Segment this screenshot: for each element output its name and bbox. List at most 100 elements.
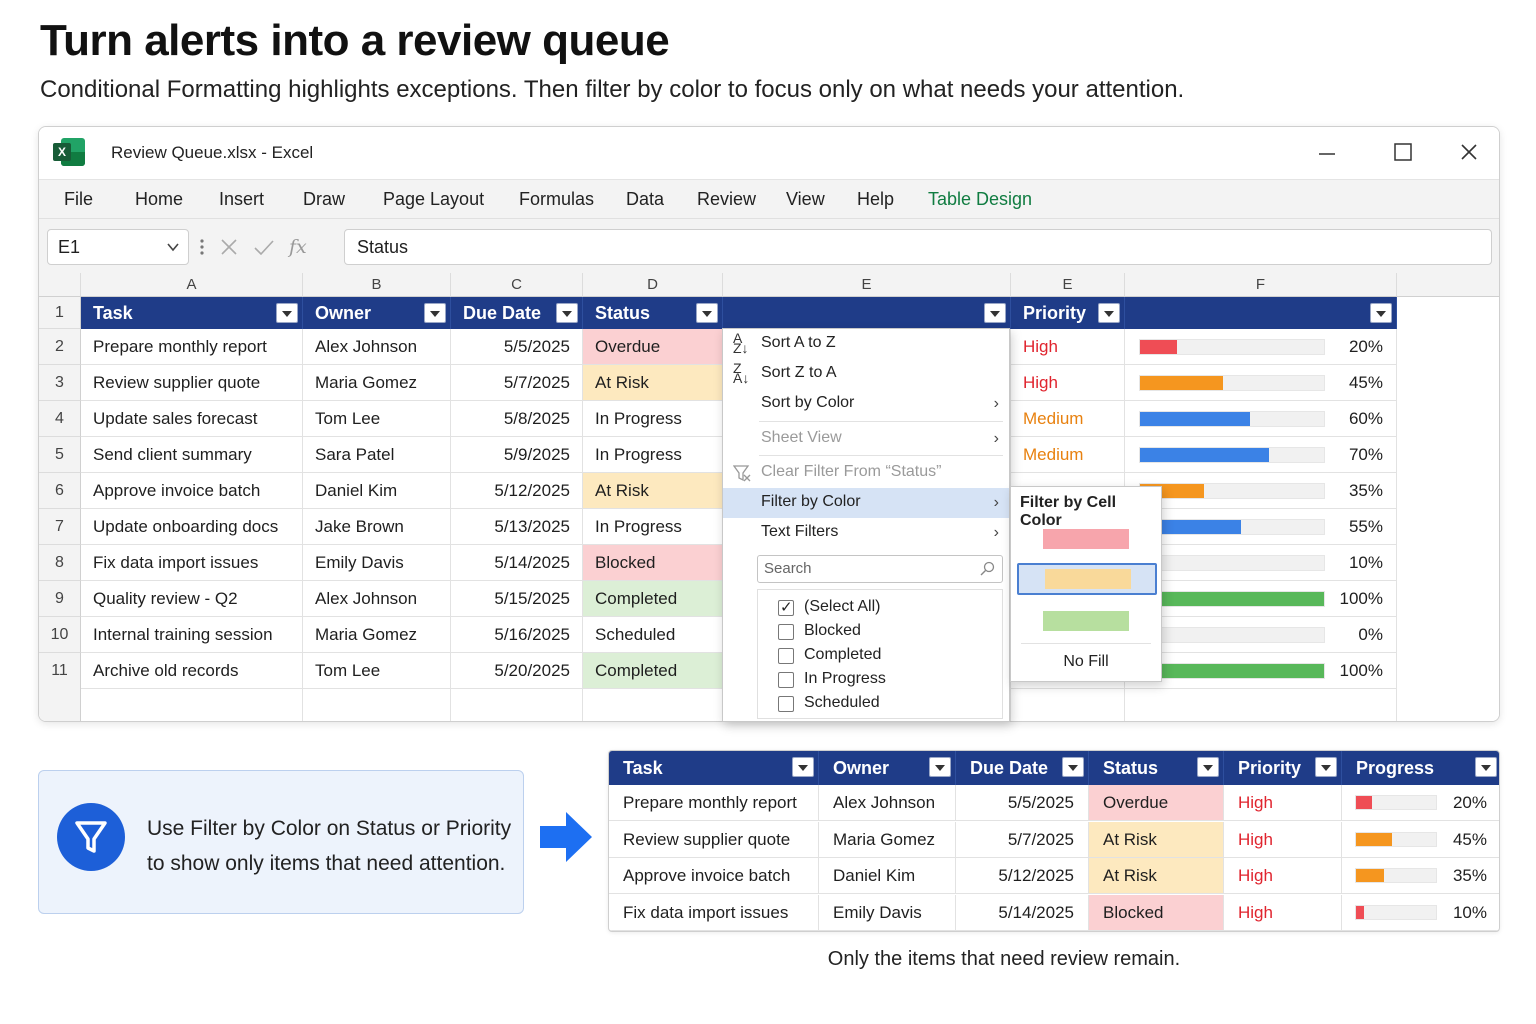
result-filter-status[interactable]: [1197, 757, 1219, 777]
cell-due-date[interactable]: 5/16/2025: [451, 617, 583, 653]
cell-status[interactable]: In Progress: [583, 509, 723, 545]
empty-cell[interactable]: [583, 689, 723, 721]
cell-owner[interactable]: Maria Gomez: [303, 617, 451, 653]
tab-file[interactable]: File: [64, 189, 93, 210]
cell-task[interactable]: Prepare monthly report: [81, 329, 303, 365]
cell-status[interactable]: In Progress: [583, 401, 723, 437]
result-filter-due-date[interactable]: [1062, 757, 1084, 777]
cell-task[interactable]: Update onboarding docs: [81, 509, 303, 545]
row-header[interactable]: 8: [39, 545, 81, 581]
column-header-f[interactable]: F: [1125, 273, 1397, 297]
cell-priority[interactable]: Medium: [1011, 401, 1125, 437]
menu-sort-z-a[interactable]: Z A↓ Sort Z to A: [723, 359, 1009, 389]
filter-button-progress[interactable]: [1370, 303, 1392, 323]
color-swatch-green[interactable]: [1017, 605, 1157, 637]
result-cell-status[interactable]: Blocked: [1089, 894, 1224, 931]
tab-view[interactable]: View: [786, 189, 825, 210]
cell-owner[interactable]: Alex Johnson: [303, 329, 451, 365]
cell-due-date[interactable]: 5/20/2025: [451, 653, 583, 689]
tab-formulas[interactable]: Formulas: [519, 189, 594, 210]
cell-owner[interactable]: Jake Brown: [303, 509, 451, 545]
column-header-c[interactable]: C: [451, 273, 583, 297]
cell-due-date[interactable]: 5/12/2025: [451, 473, 583, 509]
color-swatch-red[interactable]: [1017, 523, 1157, 555]
cell-due-date[interactable]: 5/5/2025: [451, 329, 583, 365]
color-swatch-yellow[interactable]: [1017, 563, 1157, 595]
close-button[interactable]: [1449, 135, 1489, 169]
cell-status[interactable]: Blocked: [583, 545, 723, 581]
cell-status[interactable]: Completed: [583, 653, 723, 689]
cell-status[interactable]: Scheduled: [583, 617, 723, 653]
result-cell-due-date[interactable]: 5/7/2025: [956, 821, 1089, 858]
empty-cell[interactable]: [451, 689, 583, 721]
cell-priority[interactable]: High: [1011, 329, 1125, 365]
column-header-a[interactable]: A: [81, 273, 303, 297]
empty-cell[interactable]: [1125, 689, 1397, 721]
cell-owner[interactable]: Emily Davis: [303, 545, 451, 581]
result-filter-task[interactable]: [792, 757, 814, 777]
menu-sort-a-z[interactable]: A Z↓ Sort A to Z: [723, 329, 1009, 359]
cell-owner[interactable]: Daniel Kim: [303, 473, 451, 509]
cell-owner[interactable]: Sara Patel: [303, 437, 451, 473]
select-all-corner[interactable]: [39, 273, 81, 297]
formula-input[interactable]: Status: [344, 229, 1492, 265]
tab-page-layout[interactable]: Page Layout: [383, 189, 484, 210]
cell-task[interactable]: Update sales forecast: [81, 401, 303, 437]
result-filter-priority[interactable]: [1315, 757, 1337, 777]
filter-button-task[interactable]: [276, 303, 298, 323]
result-cell-due-date[interactable]: 5/5/2025: [956, 785, 1089, 821]
result-cell-priority[interactable]: High: [1224, 858, 1342, 894]
cell-task[interactable]: Archive old records: [81, 653, 303, 689]
result-cell-task[interactable]: Review supplier quote: [609, 821, 819, 858]
cell-status[interactable]: At Risk: [583, 473, 723, 509]
result-cell-owner[interactable]: Daniel Kim: [819, 858, 956, 894]
cell-task[interactable]: Quality review - Q2: [81, 581, 303, 617]
column-header-d[interactable]: D: [583, 273, 723, 297]
tab-data[interactable]: Data: [626, 189, 664, 210]
cell-owner[interactable]: Tom Lee: [303, 653, 451, 689]
no-fill-option[interactable]: No Fill: [1011, 653, 1161, 671]
tab-help[interactable]: Help: [857, 189, 894, 210]
result-cell-status[interactable]: At Risk: [1089, 821, 1224, 858]
result-cell-priority[interactable]: High: [1224, 894, 1342, 931]
name-box[interactable]: E1: [47, 229, 189, 265]
row-header[interactable]: 7: [39, 509, 81, 545]
cell-priority[interactable]: High: [1011, 365, 1125, 401]
row-header[interactable]: 4: [39, 401, 81, 437]
menu-sort-by-color[interactable]: Sort by Color ›: [723, 389, 1009, 419]
cell-task[interactable]: Fix data import issues: [81, 545, 303, 581]
tab-review[interactable]: Review: [697, 189, 756, 210]
cell-task[interactable]: Send client summary: [81, 437, 303, 473]
cell-task[interactable]: Approve invoice batch: [81, 473, 303, 509]
cell-due-date[interactable]: 5/9/2025: [451, 437, 583, 473]
row-header[interactable]: 3: [39, 365, 81, 401]
tab-draw[interactable]: Draw: [303, 189, 345, 210]
result-cell-due-date[interactable]: 5/12/2025: [956, 858, 1089, 894]
empty-cell[interactable]: [303, 689, 451, 721]
cell-status[interactable]: Completed: [583, 581, 723, 617]
result-cell-owner[interactable]: Alex Johnson: [819, 785, 956, 821]
result-cell-priority[interactable]: High: [1224, 785, 1342, 821]
cell-owner[interactable]: Maria Gomez: [303, 365, 451, 401]
cell-task[interactable]: Internal training session: [81, 617, 303, 653]
filter-button-status[interactable]: [696, 303, 718, 323]
column-header-e[interactable]: E: [1011, 273, 1125, 297]
result-cell-task[interactable]: Prepare monthly report: [609, 785, 819, 821]
result-cell-status[interactable]: At Risk: [1089, 858, 1224, 894]
tab-table-design[interactable]: Table Design: [928, 189, 1032, 210]
tab-insert[interactable]: Insert: [219, 189, 264, 210]
row-header[interactable]: 9: [39, 581, 81, 617]
cell-due-date[interactable]: 5/7/2025: [451, 365, 583, 401]
result-cell-task[interactable]: Approve invoice batch: [609, 858, 819, 894]
maximize-button[interactable]: [1383, 135, 1423, 169]
row-header[interactable]: 2: [39, 329, 81, 365]
menu-filter-by-color[interactable]: Filter by Color ›: [723, 488, 1009, 518]
result-filter-progress[interactable]: [1475, 757, 1497, 777]
cell-task[interactable]: Review supplier quote: [81, 365, 303, 401]
row-header[interactable]: 6: [39, 473, 81, 509]
row-header[interactable]: 10: [39, 617, 81, 653]
result-cell-priority[interactable]: High: [1224, 821, 1342, 858]
cell-status[interactable]: Overdue: [583, 329, 723, 365]
menu-text-filters[interactable]: Text Filters ›: [723, 518, 1009, 548]
filter-button-blank[interactable]: [984, 303, 1006, 323]
